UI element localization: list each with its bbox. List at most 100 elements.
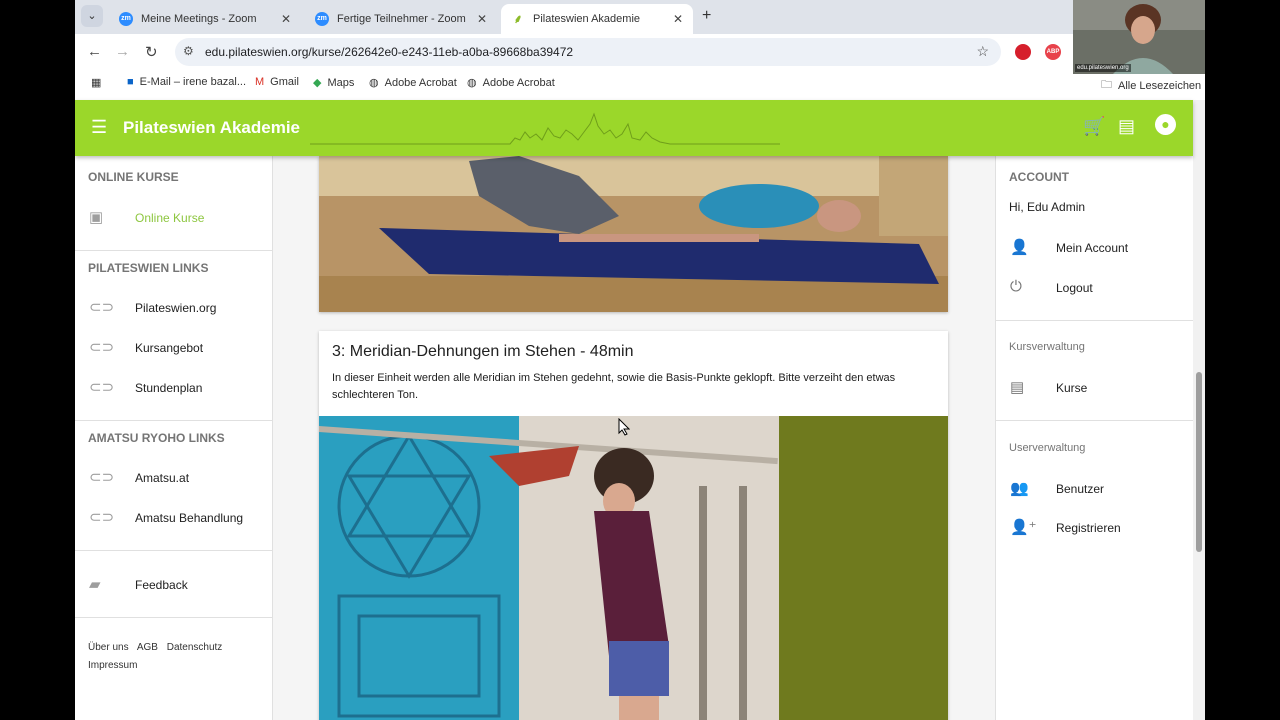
- tab-label: Pilateswien Akademie: [533, 13, 641, 25]
- menu-icon[interactable]: ☰: [91, 117, 107, 138]
- bookmark-star-icon[interactable]: ☆: [976, 43, 989, 60]
- lesson-description: In dieser Einheit werden alle Meridian i…: [332, 372, 896, 401]
- divider: [996, 420, 1194, 421]
- leaf-icon: ⸙: [513, 12, 523, 26]
- footer-link-agb[interactable]: AGB: [137, 642, 158, 653]
- app-bar: ☰ Pilateswien Akademie 🛒 ▤ ●: [75, 100, 1193, 156]
- sidebar-item-stundenplan[interactable]: ⊂⊃ Stundenplan: [75, 372, 273, 402]
- sidebar-item-label: Benutzer: [1056, 482, 1105, 496]
- video-frame-standing-pose: [319, 416, 948, 720]
- globe-icon: ◍: [467, 77, 477, 89]
- globe-icon: ◍: [369, 77, 379, 89]
- footer-links: Über uns AGB Datenschutz Impressum: [88, 639, 268, 675]
- sidebar-item-feedback[interactable]: ▰ Feedback: [75, 569, 273, 599]
- video-frame-lying-pose: [319, 156, 948, 312]
- maps-icon: ◆: [313, 77, 322, 89]
- page-scrollbar[interactable]: [1193, 100, 1205, 720]
- bookmark-label: Adobe Acrobat: [384, 76, 457, 89]
- video-thumbnail-previous[interactable]: [319, 156, 948, 312]
- adblock-icon[interactable]: ABP: [1045, 44, 1061, 60]
- webcam-label: edu.pilateswien.org: [1075, 64, 1131, 72]
- chat-icon[interactable]: ▤: [1118, 116, 1135, 137]
- divider: [75, 420, 273, 421]
- lesson-video[interactable]: [319, 416, 948, 720]
- kursverwaltung-header: Kursverwaltung: [1009, 341, 1085, 353]
- bookmark-label: E-Mail – irene bazal...: [139, 76, 247, 88]
- bookmark-adobe-2[interactable]: ◍ Adobe Acrobat: [467, 76, 555, 90]
- bookmarks-bar: ▦ ■ E-Mail – irene bazal... M Gmail ◆ Maps …: [75, 70, 1205, 98]
- close-icon[interactable]: ✕: [477, 12, 487, 26]
- apps-grid-icon[interactable]: ▦: [91, 76, 101, 89]
- footer-link-ueber-uns[interactable]: Über uns: [88, 642, 129, 653]
- sidebar-item-label: Amatsu.at: [135, 471, 190, 485]
- all-bookmarks[interactable]: 🗀 Alle Lesezeichen: [1101, 76, 1201, 95]
- extension-icon[interactable]: [1015, 44, 1031, 60]
- bookmark-gmail[interactable]: M Gmail: [255, 76, 299, 88]
- sidebar-item-label: Mein Account: [1056, 241, 1129, 255]
- back-arrow-icon[interactable]: ←: [87, 43, 102, 60]
- all-bookmarks-label: Alle Lesezeichen: [1118, 79, 1202, 92]
- sidebar-item-kurse[interactable]: ▤ Kurse: [996, 372, 1194, 402]
- tab-bar: ⌄ zm Meine Meetings - Zoom ✕ zm Fertige …: [75, 0, 1205, 34]
- url-text: edu.pilateswien.org/kurse/262642e0-e243-…: [205, 45, 574, 59]
- tab-label: Meine Meetings - Zoom: [141, 13, 257, 25]
- userverwaltung-header: Userverwaltung: [1009, 442, 1086, 454]
- letterbox-left: [0, 0, 75, 720]
- address-row: ← → ↻ ⚙ edu.pilateswien.org/kurse/262642…: [75, 34, 1205, 70]
- close-icon[interactable]: ✕: [281, 12, 291, 26]
- lesson-card: 3: Meridian-Dehnungen im Stehen - 48min …: [319, 331, 948, 720]
- divider: [75, 617, 273, 618]
- sidebar-item-label: Online Kurse: [135, 211, 205, 225]
- tab-meine-meetings[interactable]: zm Meine Meetings - Zoom ✕: [109, 4, 301, 34]
- sidebar-item-online-kurse[interactable]: ▣ Online Kurse: [75, 202, 273, 232]
- tab-search-button[interactable]: ⌄: [81, 5, 103, 27]
- bookmark-label: Maps: [327, 76, 355, 89]
- app-title[interactable]: Pilateswien Akademie: [123, 118, 300, 138]
- footer-link-datenschutz[interactable]: Datenschutz: [167, 642, 223, 653]
- forward-arrow-icon[interactable]: →: [115, 43, 130, 60]
- address-bar[interactable]: ⚙ edu.pilateswien.org/kurse/262642e0-e24…: [175, 38, 1001, 66]
- sidebar-item-logout[interactable]: ⏻ Logout: [996, 272, 1194, 302]
- divider: [75, 250, 273, 251]
- sidebar-item-label: Amatsu Behandlung: [135, 511, 244, 525]
- link-icon: ⊂⊃: [89, 339, 115, 356]
- sidebar-item-registrieren[interactable]: 👤⁺ Registrieren: [996, 512, 1194, 542]
- sidebar-item-label: Kurse: [1056, 381, 1088, 395]
- subscriptions-icon: ▣: [89, 209, 104, 226]
- bookmark-maps[interactable]: ◆ Maps: [313, 76, 355, 90]
- tab-pilateswien-akademie[interactable]: ⸙ Pilateswien Akademie ✕: [501, 4, 693, 34]
- zoom-icon: zm: [119, 12, 133, 26]
- sidebar-item-label: Registrieren: [1056, 521, 1121, 535]
- bookmark-outlook[interactable]: ■ E-Mail – irene bazal...: [127, 76, 246, 88]
- site-info-icon[interactable]: ⚙: [183, 44, 194, 58]
- reload-icon[interactable]: ↻: [145, 43, 158, 61]
- new-tab-button[interactable]: +: [702, 7, 711, 25]
- sidebar-item-amatsu-at[interactable]: ⊂⊃ Amatsu.at: [75, 462, 273, 492]
- sidebar-item-label: Feedback: [135, 578, 188, 592]
- left-sidebar: ONLINE KURSE ▣ Online Kurse PILATESWIEN …: [75, 156, 273, 720]
- sidebar-item-label: Kursangebot: [135, 341, 204, 355]
- sidebar-item-amatsu-behandlung[interactable]: ⊂⊃ Amatsu Behandlung: [75, 502, 273, 532]
- webcam-overlay: edu.pilateswien.org: [1073, 0, 1205, 74]
- bookmark-label: Adobe Acrobat: [482, 76, 555, 89]
- person-icon: 👤: [1010, 239, 1029, 256]
- person-add-icon: 👤⁺: [1010, 519, 1037, 536]
- footer-link-impressum[interactable]: Impressum: [88, 660, 137, 671]
- letterbox-right: [1205, 0, 1280, 720]
- cart-icon[interactable]: 🛒: [1083, 116, 1105, 137]
- close-icon[interactable]: ✕: [673, 12, 683, 26]
- bookmark-adobe-1[interactable]: ◍ Adobe Acrobat: [369, 76, 457, 90]
- sidebar-item-benutzer[interactable]: 👥 Benutzer: [996, 473, 1194, 503]
- tab-fertige-teilnehmer[interactable]: zm Fertige Teilnehmer - Zoom ✕: [305, 4, 497, 34]
- outlook-icon: ■: [127, 76, 134, 88]
- scrollbar-thumb[interactable]: [1196, 372, 1202, 552]
- browser-window: ⌄ zm Meine Meetings - Zoom ✕ zm Fertige …: [75, 0, 1205, 720]
- sidebar-item-mein-account[interactable]: 👤 Mein Account: [996, 232, 1194, 262]
- account-circle-icon[interactable]: ●: [1155, 114, 1176, 135]
- sidebar-item-kursangebot[interactable]: ⊂⊃ Kursangebot: [75, 332, 273, 362]
- lesson-title: 3: Meridian-Dehnungen im Stehen - 48min: [332, 343, 634, 360]
- sidebar-item-pilateswien-org[interactable]: ⊂⊃ Pilateswien.org: [75, 292, 273, 322]
- section-header: AMATSU RYOHO LINKS: [88, 431, 225, 445]
- bookmark-label: Gmail: [270, 76, 299, 88]
- article-icon: ▤: [1010, 379, 1025, 396]
